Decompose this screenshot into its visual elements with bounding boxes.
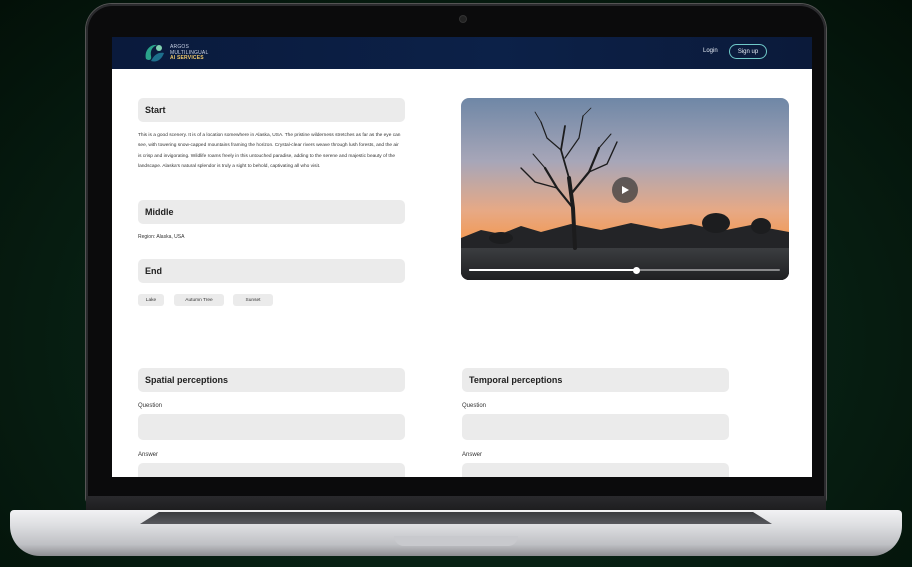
- section-start-title: Start: [145, 105, 166, 115]
- temporal-answer-input[interactable]: [462, 463, 729, 477]
- spatial-question-input[interactable]: [138, 414, 405, 440]
- section-temporal-perceptions: Temporal perceptions: [462, 368, 729, 392]
- temporal-title: Temporal perceptions: [469, 375, 563, 385]
- camera-icon: [460, 16, 466, 22]
- signup-button[interactable]: Sign up: [729, 44, 767, 59]
- video-player[interactable]: [461, 98, 789, 280]
- login-link[interactable]: Login: [703, 48, 718, 54]
- tag-autumn-tree[interactable]: Autumn Tree: [174, 294, 224, 306]
- laptop-notch: [394, 536, 518, 546]
- start-description: This is a good scenery. It is of a locat…: [138, 133, 401, 169]
- section-end-title: End: [145, 266, 162, 276]
- screen: ARGOS MULTILINGUAL AI SERVICES Login Sig…: [112, 37, 812, 477]
- play-icon: [622, 186, 629, 194]
- region-text: Region: Alaska, USA: [138, 234, 185, 240]
- spatial-question-label: Question: [138, 403, 163, 409]
- section-middle: Middle: [138, 200, 405, 224]
- brand-logo-icon: [145, 44, 164, 62]
- video-progress-fill: [469, 269, 637, 271]
- keyboard-edge: [140, 512, 772, 524]
- brand-name: ARGOS MULTILINGUAL AI SERVICES: [170, 44, 208, 62]
- temporal-answer-label: Answer: [462, 452, 483, 458]
- video-progress-knob[interactable]: [633, 266, 641, 274]
- spatial-answer-label: Answer: [138, 452, 159, 458]
- play-button[interactable]: [612, 177, 638, 203]
- spatial-answer-input[interactable]: [138, 463, 405, 477]
- navbar: ARGOS MULTILINGUAL AI SERVICES Login Sig…: [112, 37, 812, 69]
- temporal-question-label: Question: [462, 403, 487, 409]
- section-middle-title: Middle: [145, 207, 174, 217]
- spatial-title: Spatial perceptions: [145, 375, 229, 385]
- tag-sunset[interactable]: Sunset: [233, 294, 273, 306]
- video-progress-track[interactable]: [469, 266, 780, 274]
- section-spatial-perceptions: Spatial perceptions: [138, 368, 405, 392]
- temporal-question-input[interactable]: [462, 414, 729, 440]
- section-start: Start: [138, 98, 405, 122]
- brand-line-3: AI SERVICES: [170, 55, 204, 61]
- section-end: End: [138, 259, 405, 283]
- tag-lake[interactable]: Lake: [138, 294, 164, 306]
